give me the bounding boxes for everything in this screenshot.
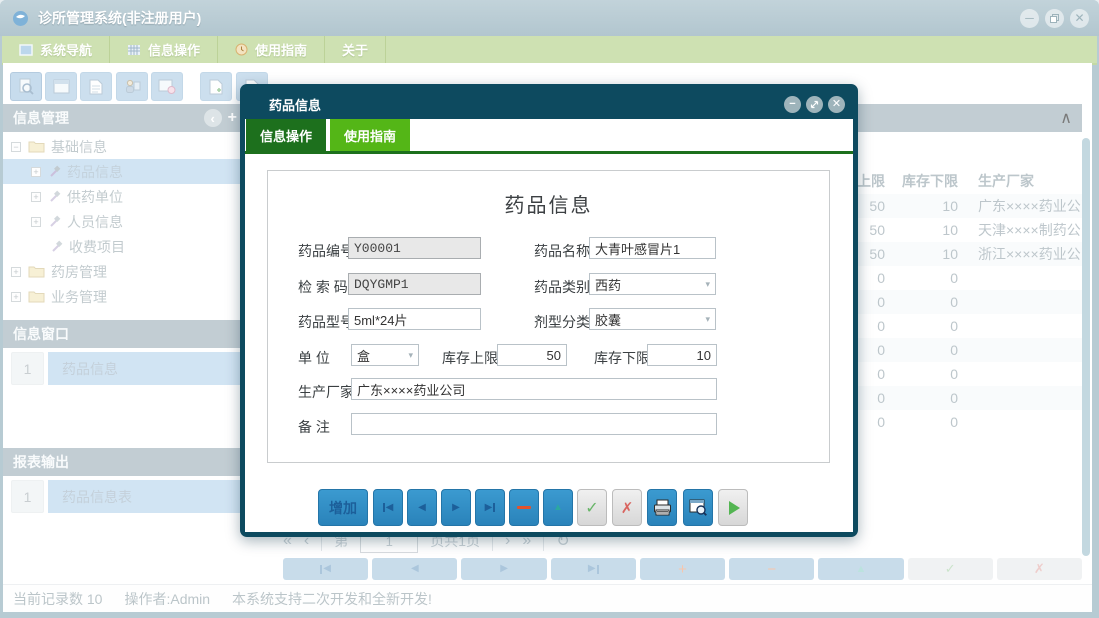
stock-upper-field[interactable] xyxy=(497,344,567,366)
minus-icon xyxy=(517,506,531,509)
menu-item-info-ops[interactable]: 信息操作 xyxy=(110,36,218,63)
label-model: 药品型号 xyxy=(298,312,354,332)
dialog-restore-icon[interactable] xyxy=(806,96,823,113)
nav-last-button[interactable]: ▶ xyxy=(475,489,505,526)
menu-item-about[interactable]: 关于 xyxy=(325,36,386,63)
label-unit: 单 位 xyxy=(298,348,330,368)
stock-lower-field[interactable] xyxy=(647,344,717,366)
print-button[interactable] xyxy=(647,489,677,526)
guide-clock-icon xyxy=(235,43,248,56)
label-remark: 备 注 xyxy=(298,417,330,437)
dialog-button-row: 增加 ◀ ◀ ▶ ▶ ▲ ✓ ✗ xyxy=(245,489,853,526)
print-preview-button[interactable] xyxy=(683,489,713,526)
chevron-down-icon: ▾ xyxy=(705,314,710,325)
menu-bar: 系统导航 信息操作 使用指南 关于 xyxy=(2,36,1097,65)
menu-item-system-nav[interactable]: 系统导航 xyxy=(2,36,110,63)
form-title: 药品信息 xyxy=(268,189,829,218)
label-index-code: 检 索 码 xyxy=(298,277,348,297)
app-title: 诊所管理系统(非注册用户) xyxy=(38,8,201,28)
printer-icon xyxy=(653,499,672,516)
run-button[interactable] xyxy=(718,489,748,526)
tab-guide[interactable]: 使用指南 xyxy=(330,119,410,151)
chevron-down-icon: ▾ xyxy=(705,279,710,290)
nav-square-icon xyxy=(19,44,33,56)
edit-button[interactable]: ▲ xyxy=(543,489,573,526)
drug-code-field[interactable] xyxy=(348,237,481,259)
nav-next-button[interactable]: ▶ xyxy=(441,489,471,526)
dialog-minimize-icon[interactable]: − xyxy=(784,96,801,113)
app-window: 诊所管理系统(非注册用户) ─ ✕ 系统导航 信息操作 使用指南 关于 xyxy=(0,0,1099,618)
post-button[interactable]: ✓ xyxy=(577,489,607,526)
play-icon xyxy=(729,501,740,515)
model-field[interactable] xyxy=(348,308,481,330)
dosage-select[interactable]: 胶囊 ▾ xyxy=(589,308,716,330)
label-stock-upper: 库存上限 xyxy=(442,348,498,368)
menu-item-guide[interactable]: 使用指南 xyxy=(218,36,325,63)
nav-prev-button[interactable]: ◀ xyxy=(407,489,437,526)
window-minimize-icon[interactable]: ─ xyxy=(1020,9,1039,28)
add-button[interactable]: 增加 xyxy=(318,489,368,526)
label-manufacturer: 生产厂家 xyxy=(298,382,354,402)
unit-select[interactable]: 盒 ▾ xyxy=(351,344,419,366)
cancel-button[interactable]: ✗ xyxy=(612,489,642,526)
window-maximize-icon[interactable] xyxy=(1045,9,1064,28)
label-stock-lower: 库存下限 xyxy=(594,348,650,368)
nav-first-button[interactable]: ◀ xyxy=(373,489,403,526)
tab-info-ops[interactable]: 信息操作 xyxy=(246,119,326,151)
index-code-field[interactable] xyxy=(348,273,481,295)
chevron-down-icon: ▾ xyxy=(408,350,413,361)
dialog-titlebar[interactable]: 药品信息 − ✕ xyxy=(245,89,853,119)
print-preview-icon xyxy=(689,499,707,516)
dialog-tabs: 信息操作 使用指南 xyxy=(245,119,853,151)
label-drug-name: 药品名称 xyxy=(534,241,590,261)
drug-form-panel: 药品信息 药品编号 药品名称 检 索 码 药品类别 西药 ▾ 药品型号 剂型分类 xyxy=(267,170,830,463)
dialog-title: 药品信息 xyxy=(269,95,321,114)
drug-info-dialog: 药品信息 − ✕ 信息操作 使用指南 药品信息 药品编号 药品名称 xyxy=(240,84,858,537)
label-dosage: 剂型分类 xyxy=(534,312,590,332)
category-select[interactable]: 西药 ▾ xyxy=(589,273,716,295)
window-close-icon[interactable]: ✕ xyxy=(1070,9,1089,28)
grid-icon xyxy=(127,44,141,56)
dialog-close-icon[interactable]: ✕ xyxy=(828,96,845,113)
label-drug-code: 药品编号 xyxy=(298,241,354,261)
label-category: 药品类别 xyxy=(534,277,590,297)
delete-button[interactable] xyxy=(509,489,539,526)
manufacturer-field[interactable] xyxy=(351,378,717,400)
remark-field[interactable] xyxy=(351,413,717,435)
drug-name-field[interactable] xyxy=(589,237,716,259)
app-logo-icon xyxy=(12,10,29,27)
dialog-body: 药品信息 药品编号 药品名称 检 索 码 药品类别 西药 ▾ 药品型号 剂型分类 xyxy=(245,154,853,532)
app-titlebar: 诊所管理系统(非注册用户) ─ ✕ xyxy=(0,0,1099,36)
